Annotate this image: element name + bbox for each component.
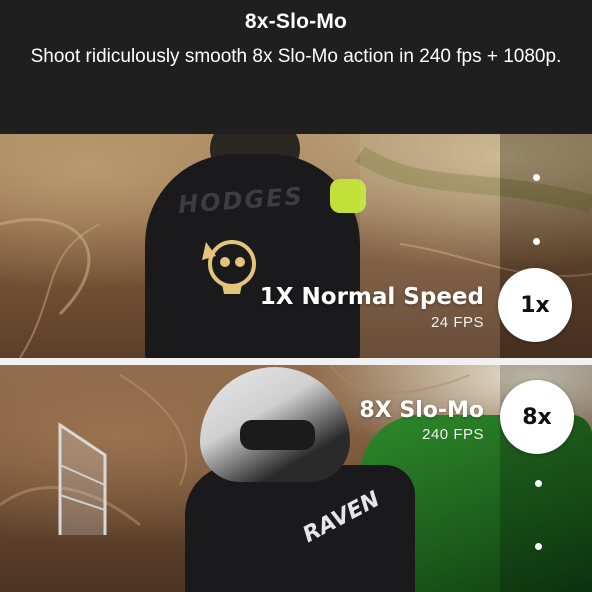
skull-logo-icon xyxy=(202,240,256,294)
rider-goggles xyxy=(240,420,315,450)
slomo-preview: RAVEN 8X Slo-Mo 240 FPS 8x xyxy=(0,365,592,592)
speed-track-dot xyxy=(535,543,542,550)
normal-speed-preview: HODGES 1X Normal Speed 24 FPS 1x xyxy=(0,134,592,358)
feature-description: Shoot ridiculously smooth 8x Slo-Mo acti… xyxy=(30,46,562,67)
slomo-speed-label: 8X Slo-Mo xyxy=(359,398,484,423)
speed-1x-badge[interactable]: 1x xyxy=(498,268,572,342)
normal-fps-label: 24 FPS xyxy=(430,314,484,331)
feature-title: 8x-Slo-Mo xyxy=(244,10,348,33)
speed-track-dot xyxy=(535,480,542,487)
panel-divider xyxy=(0,358,592,365)
jump-ramp xyxy=(58,422,107,535)
normal-speed-label: 1X Normal Speed xyxy=(259,284,484,310)
slomo-fps-label: 240 FPS xyxy=(422,426,484,443)
speed-8x-badge[interactable]: 8x xyxy=(500,380,574,454)
speed-track-dot xyxy=(533,238,540,245)
speed-track-dot xyxy=(533,174,540,181)
feature-header: 8x-Slo-Mo Shoot ridiculously smooth 8x S… xyxy=(0,0,592,134)
